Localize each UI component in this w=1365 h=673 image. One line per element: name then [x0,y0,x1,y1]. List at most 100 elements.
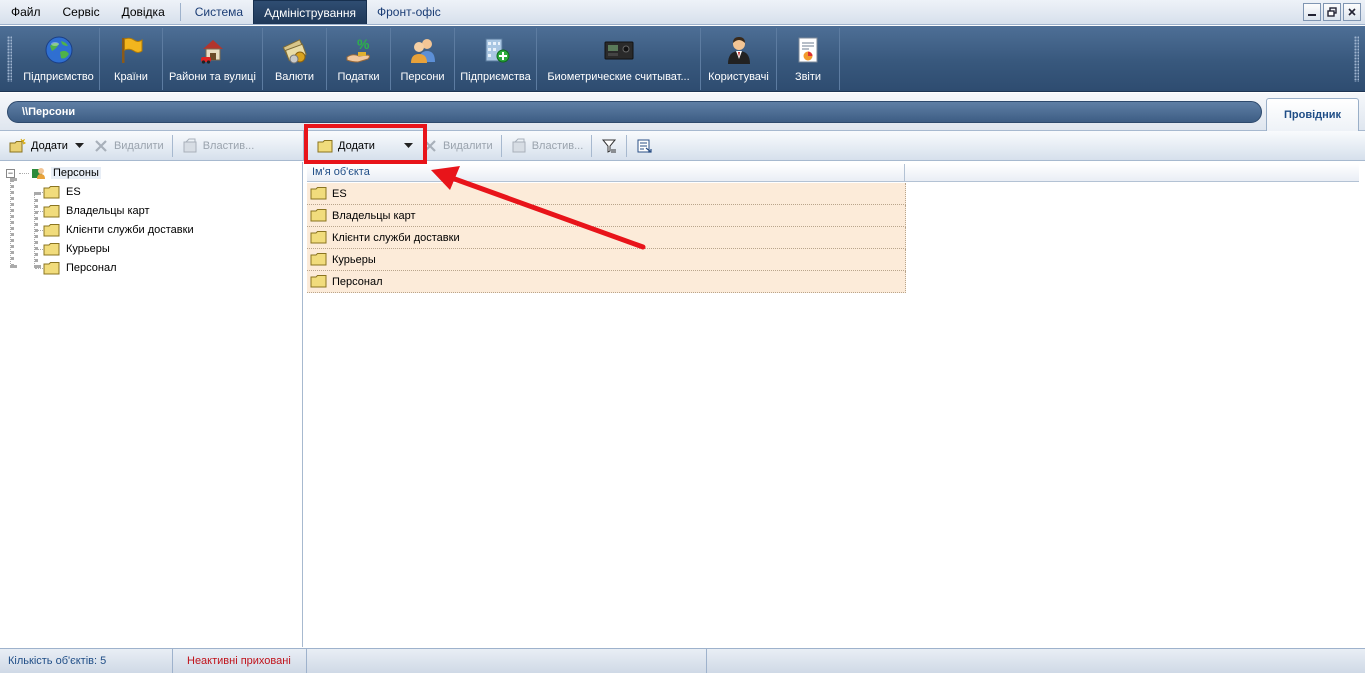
ribbon-grip-right[interactable] [1347,26,1365,91]
ribbon-label: Валюти [274,71,315,83]
list-header: Ім'я об'єкта [307,164,1359,182]
folder-icon [310,209,327,222]
folder-icon [310,187,327,200]
list-delete-button[interactable]: Видалити [416,134,498,158]
toolbar-separator [626,134,628,157]
tree-properties-button[interactable]: Властив... [176,134,260,158]
tree-node[interactable]: Персонал [35,259,117,277]
tree-node[interactable]: ES [35,183,81,201]
list-item-label: Персонал [332,275,383,288]
column-header-name[interactable]: Ім'я об'єкта [307,164,905,181]
ribbon-label: Райони та вулиці [169,71,256,83]
minimize-icon [1308,14,1316,16]
tree-node[interactable]: Клієнти служби доставки [35,221,194,239]
money-icon [279,35,311,65]
ribbon-enterprises-button[interactable]: Підприємства [455,28,537,90]
list-panel: Ім'я об'єкта ES Владельцы карт Клієнти с… [307,162,1365,647]
tab-administration[interactable]: Адміністрування [253,0,367,24]
tree-add-label: Додати [31,139,68,152]
tab-explorer[interactable]: Провідник [1266,98,1359,131]
list-add-dropdown[interactable] [402,134,416,158]
tree-add-button[interactable]: Додати [4,134,73,158]
delete-icon [92,138,110,154]
tree-node-label: Персонал [66,262,117,274]
globe-icon [43,35,75,65]
export-button[interactable] [630,134,658,158]
tree-properties-label: Властив... [202,139,255,152]
ribbon-label: Звіти [794,71,822,83]
window-controls [1303,3,1361,21]
new-folder-icon [9,138,27,154]
list-properties-button[interactable]: Властив... [505,134,589,158]
tree-node-root[interactable]: − Персоны [6,164,101,182]
tree-node-label: ES [66,186,81,198]
toolbar-separator [500,134,502,157]
caret-down-icon [404,142,414,148]
tree-node-label: Курьеры [66,243,110,255]
close-icon [1348,8,1356,16]
ribbon-reports-button[interactable]: Звіти [777,28,840,90]
ribbon-taxes-button[interactable]: % Податки [327,28,391,90]
filter-button[interactable] [595,134,623,158]
status-cell-empty [307,649,707,673]
folder-icon [43,185,60,199]
ribbon-countries-button[interactable]: Країни [100,28,163,90]
ribbon-label: Підприємства [460,71,531,83]
restore-button[interactable] [1323,3,1341,21]
ribbon-persons-button[interactable]: Персони [391,28,455,90]
ribbon-biometric-button[interactable]: Биометрические считыват... [537,28,701,90]
close-button[interactable] [1343,3,1361,21]
status-bar: Кількість об'єктів: 5 Неактивні прихован… [0,648,1365,673]
ribbon-grip[interactable] [0,26,18,91]
list-item[interactable]: Клієнти служби доставки [307,227,906,249]
tree-add-dropdown[interactable] [73,134,87,158]
persons-icon [407,35,439,65]
ribbon-enterprise-button[interactable]: Підприємство [18,28,100,90]
list-add-label: Додати [338,139,375,152]
ribbon-currencies-button[interactable]: Валюти [263,28,327,90]
folder-icon [310,275,327,288]
tree-toolbar: Додати Видалити Властив... [0,131,303,161]
ribbon-districts-button[interactable]: Райони та вулиці [163,28,263,90]
folder-icon [43,204,60,218]
tree-delete-button[interactable]: Видалити [87,134,169,158]
ribbon-users-button[interactable]: Користувачі [701,28,777,90]
menu-help[interactable]: Довідка [111,0,176,24]
ribbon-label: Користувачі [708,71,769,83]
report-icon [792,35,824,65]
list-item[interactable]: Персонал [307,271,906,293]
ribbon-label: Підприємство [23,71,94,83]
breadcrumb[interactable]: \\Персони [7,101,1262,123]
tree-node[interactable]: Владельцы карт [35,202,150,220]
export-list-icon [635,138,653,154]
menu-file[interactable]: Файл [0,0,52,24]
list-add-button[interactable]: Додати [308,134,380,158]
menu-service[interactable]: Сервіс [52,0,111,24]
ribbon-label: Країни [114,71,148,83]
status-inactive-hidden[interactable]: Неактивні приховані [173,649,307,673]
list-item-label: ES [332,187,347,200]
tab-system[interactable]: Система [185,0,253,24]
svg-text:%: % [357,36,370,52]
list-item[interactable]: ES [307,183,906,205]
toolbar-separator [591,134,593,157]
persons-icon [31,166,47,180]
tree-node[interactable]: Курьеры [35,240,110,258]
ribbon-toolbar: Підприємство Країни Райони та вулиці Вал… [0,26,1365,92]
enterprises-icon [480,35,512,65]
minimize-button[interactable] [1303,3,1321,21]
list-item[interactable]: Курьеры [307,249,906,271]
tree-delete-label: Видалити [113,139,164,152]
list-item-label: Клієнти служби доставки [332,231,460,244]
list-toolbar: Додати Видалити Властив... [303,131,1365,161]
tree-node-label: Владельцы карт [66,205,150,217]
caret-down-icon [75,142,85,148]
tab-front-office[interactable]: Фронт-офіс [367,0,451,24]
status-count: Кількість об'єктів: 5 [0,649,173,673]
collapse-icon[interactable]: − [6,168,15,178]
ribbon-label: Персони [400,71,445,83]
list-properties-label: Властив... [531,139,584,152]
user-icon [723,35,755,65]
list-item[interactable]: Владельцы карт [307,205,906,227]
ribbon-label: Податки [337,71,380,83]
